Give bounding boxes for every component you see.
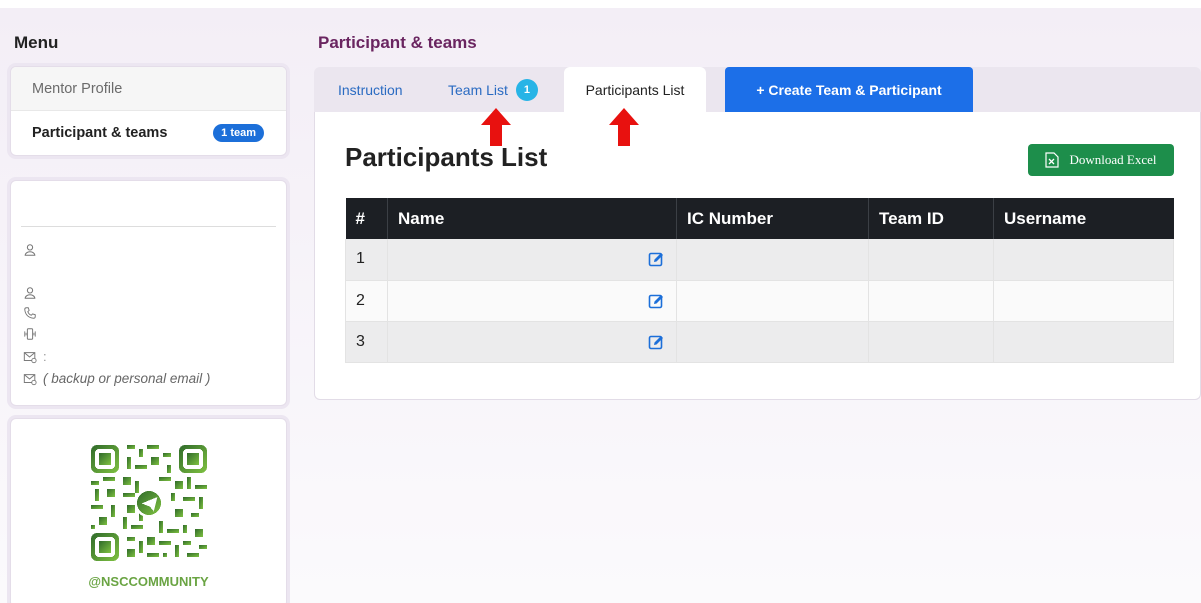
tab-participants-list[interactable]: Participants List — [564, 67, 706, 112]
tab-bar: Instruction Team List 1 Participants Lis… — [314, 67, 1201, 112]
edit-icon[interactable] — [648, 251, 664, 267]
download-excel-label: Download Excel — [1069, 152, 1157, 167]
top-bar — [0, 0, 1201, 8]
tab-label: Participants List — [585, 81, 685, 98]
username-cell — [993, 321, 1174, 363]
team-id-cell — [868, 239, 994, 281]
table-row: 1 — [345, 239, 1174, 281]
name-cell — [387, 321, 677, 363]
email-icon — [23, 351, 37, 363]
ic-number-cell — [676, 280, 869, 322]
tab-label: Instruction — [338, 81, 403, 98]
name-cell — [387, 280, 677, 322]
user-icon — [24, 287, 36, 299]
tab-label: + Create Team & Participant — [756, 81, 942, 98]
annotation-arrow-icon — [609, 108, 639, 146]
column-header[interactable]: IC Number — [676, 198, 869, 239]
row-number: 1 — [345, 239, 388, 281]
tab-instruction[interactable]: Instruction — [338, 67, 403, 112]
team-id-cell — [868, 321, 994, 363]
profile-card: : ( backup or personal email ) — [10, 180, 287, 406]
qr-card: @NSCCOMMUNITY — [10, 418, 287, 603]
table-row: 3 — [345, 321, 1174, 363]
qr-caption: @NSCCOMMUNITY — [88, 574, 209, 589]
username-cell — [993, 239, 1174, 281]
backup-email-note: ( backup or personal email ) — [43, 371, 211, 386]
panel-title: Participants List — [345, 142, 548, 172]
name-cell — [387, 239, 677, 281]
menu-card: Mentor Profile Participant & teams 1 tea… — [10, 66, 287, 156]
profile-phone-row — [23, 306, 37, 320]
profile-name-row — [23, 243, 37, 257]
profile-username-row — [23, 286, 37, 300]
qr-code[interactable] — [91, 445, 207, 561]
username-cell — [993, 280, 1174, 322]
column-header[interactable]: # — [345, 198, 388, 239]
tab-label: Team List — [448, 81, 508, 98]
team-count-badge: 1 team — [213, 124, 264, 142]
edit-icon[interactable] — [648, 293, 664, 309]
menu-item-label: Participant & teams — [32, 125, 168, 141]
row-number: 2 — [345, 280, 388, 322]
participants-panel: Participants List Download Excel # Name … — [314, 112, 1201, 400]
divider — [21, 226, 276, 227]
vibrate-phone-icon — [24, 328, 36, 340]
ic-number-cell — [676, 239, 869, 281]
user-icon — [24, 244, 36, 256]
phone-icon — [24, 307, 36, 319]
column-header[interactable]: Name — [387, 198, 677, 239]
menu-item-label: Mentor Profile — [32, 80, 123, 97]
table-row: 2 — [345, 280, 1174, 322]
edit-icon[interactable] — [648, 334, 664, 350]
profile-mobile-row — [23, 327, 37, 341]
profile-email-row: : — [23, 349, 47, 364]
ic-number-cell — [676, 321, 869, 363]
column-header[interactable]: Username — [993, 198, 1174, 239]
section-title: Participant & teams — [318, 33, 477, 52]
participants-table: # Name IC Number Team ID Username 1 2 3 — [345, 198, 1174, 363]
menu-title: Menu — [14, 33, 59, 52]
column-header[interactable]: Team ID — [868, 198, 994, 239]
row-number: 3 — [345, 321, 388, 363]
team-list-count-badge: 1 — [515, 78, 538, 101]
download-excel-button[interactable]: Download Excel — [1028, 144, 1174, 176]
annotation-arrow-icon — [481, 108, 511, 146]
profile-backup-email-row: ( backup or personal email ) — [23, 371, 210, 386]
table-header-row: # Name IC Number Team ID Username — [345, 198, 1174, 239]
excel-file-icon — [1045, 152, 1060, 168]
menu-item-mentor-profile[interactable]: Mentor Profile — [11, 67, 286, 111]
email-icon — [23, 373, 37, 385]
menu-item-participant-teams[interactable]: Participant & teams 1 team — [11, 111, 286, 155]
tab-team-list[interactable]: Team List 1 — [448, 67, 538, 112]
team-id-cell — [868, 280, 994, 322]
create-team-participant-button[interactable]: + Create Team & Participant — [725, 67, 973, 112]
